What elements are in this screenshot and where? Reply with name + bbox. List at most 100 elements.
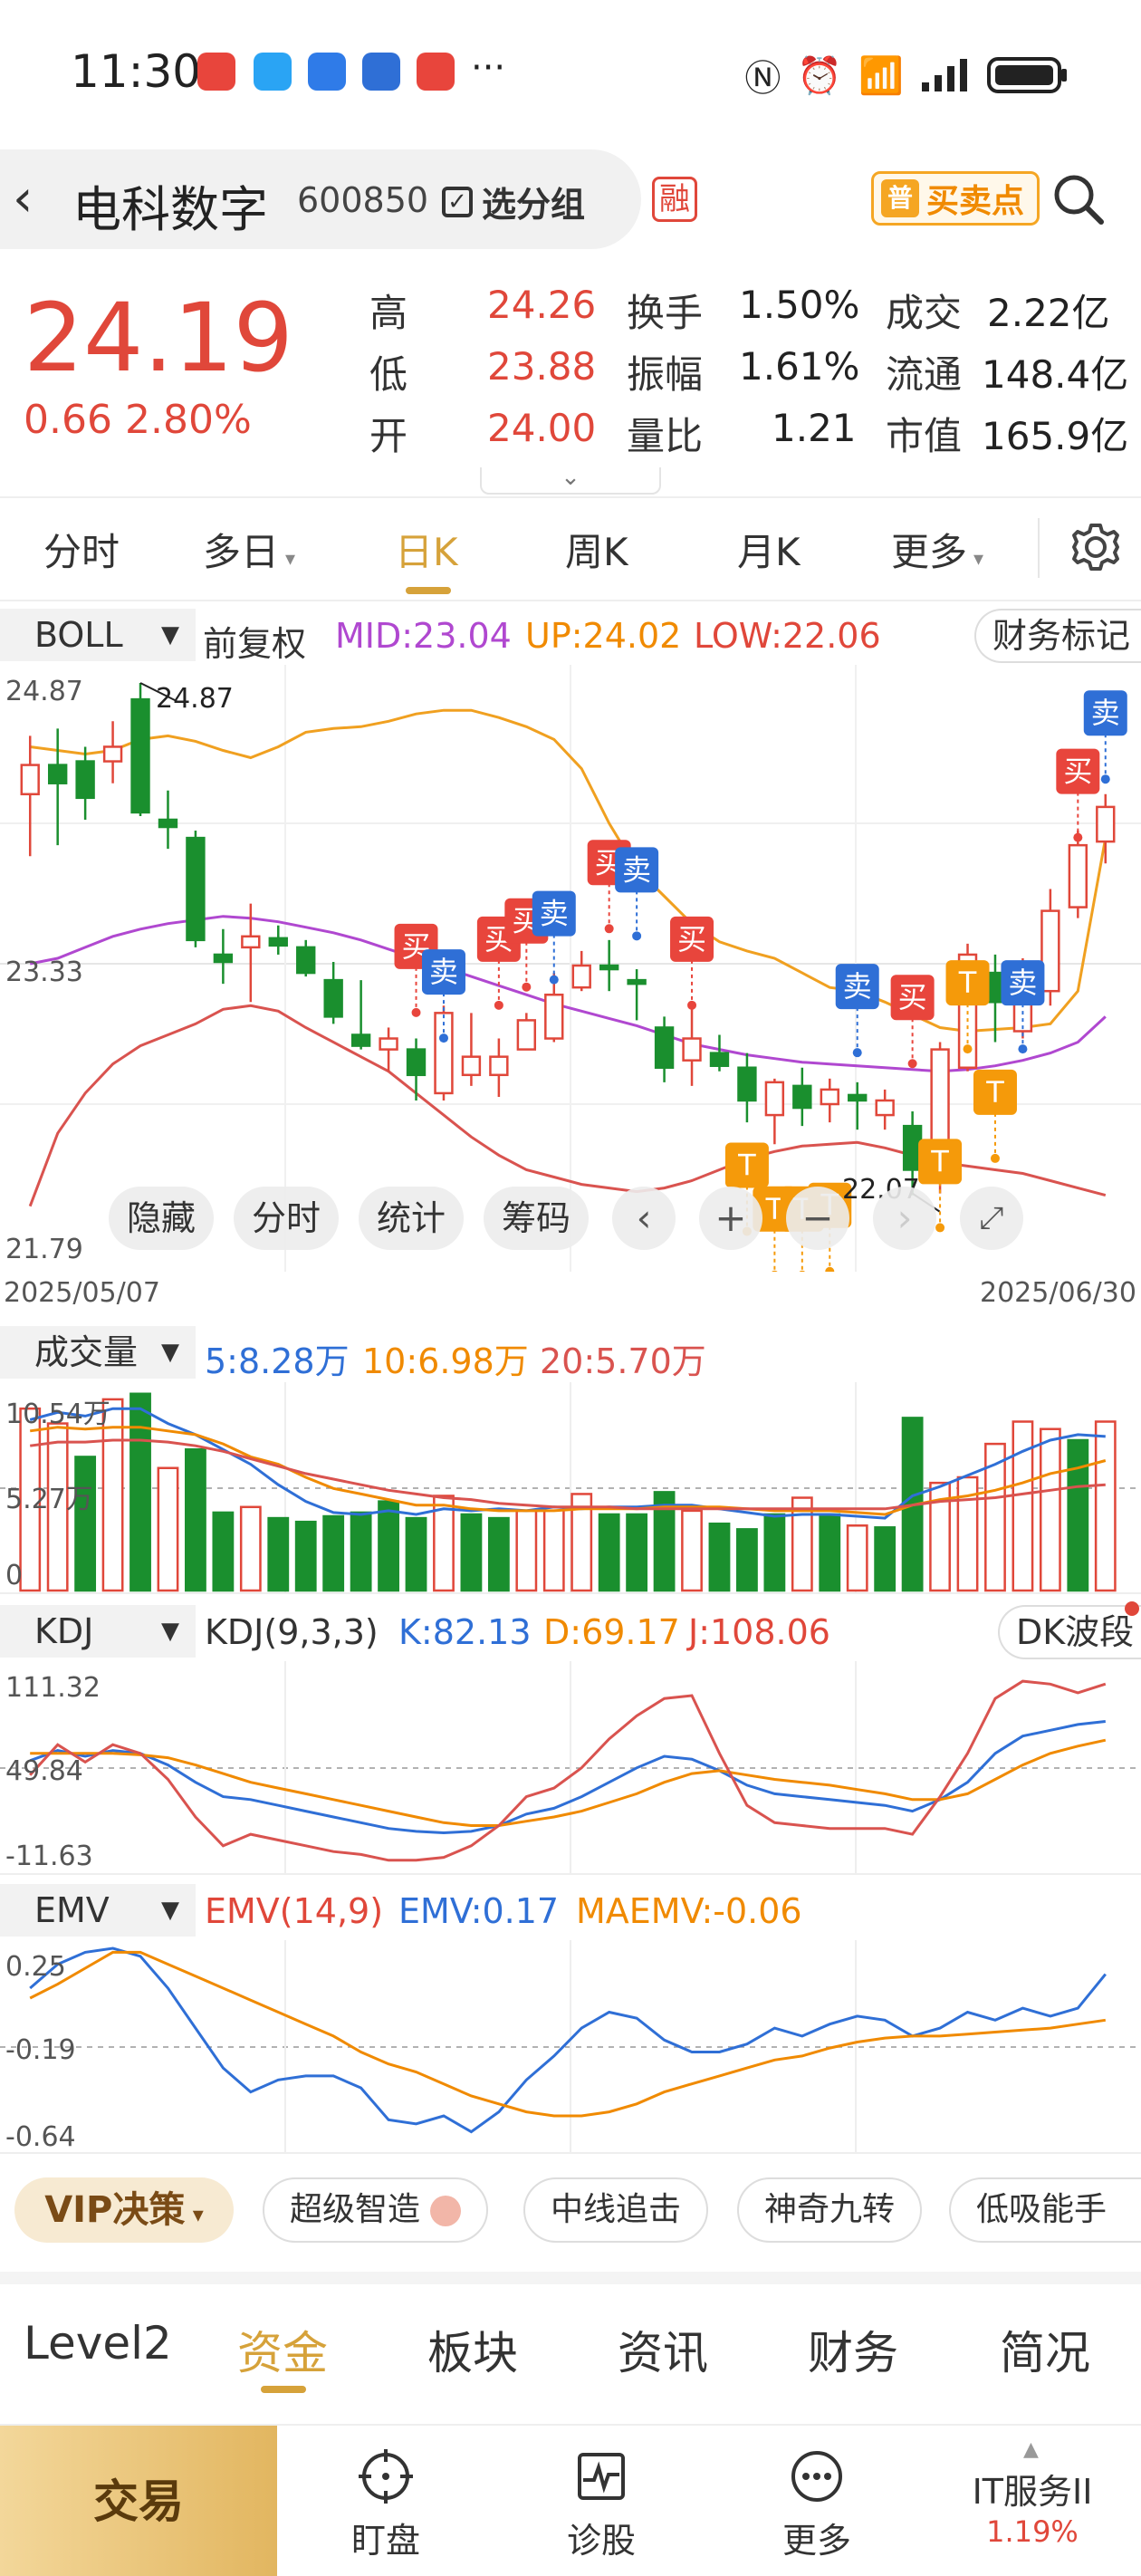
sector-name[interactable]: IT服务II — [942, 2464, 1123, 2514]
buysell-points-button[interactable]: 普 买卖点 — [871, 171, 1040, 226]
candle-up — [20, 764, 40, 796]
caret-down-icon: ▼ — [161, 1897, 179, 1924]
emv-chart[interactable] — [0, 1940, 1141, 2154]
fullscreen-icon[interactable]: ⤢ — [960, 1187, 1023, 1250]
caret-down-icon: ▼ — [161, 621, 179, 649]
volume-bar-up — [515, 1509, 538, 1592]
signal-sell-label: 卖 — [1008, 966, 1037, 1000]
tab-day-k[interactable]: 日K — [395, 522, 458, 577]
expand-quote-handle[interactable]: ⌄ — [480, 466, 661, 495]
emv-axis-mid: -0.19 — [5, 2034, 76, 2066]
candle-up — [682, 1037, 702, 1062]
tab-more[interactable]: 更多 ▾ — [891, 522, 983, 577]
more-notifications-icon: ··· — [471, 47, 506, 89]
tab-profile[interactable]: 简况 — [1000, 2317, 1090, 2382]
boll-indicator-selector[interactable]: BOLL ▼ — [0, 609, 196, 661]
gear-icon[interactable] — [1069, 520, 1123, 574]
select-group-button[interactable]: ✓ 选分组 — [442, 177, 585, 226]
signal-sell-label: 卖 — [622, 852, 651, 887]
candlestick-chart[interactable]: 买卖买买卖买卖买TTTT卖买TTT卖买卖 — [0, 665, 1141, 1272]
margin-trading-badge: 融 — [652, 177, 697, 222]
strategy-pill[interactable]: 神奇九转 — [737, 2177, 923, 2243]
tab-week-k[interactable]: 周K — [565, 522, 628, 577]
trade-button[interactable]: 交易 — [0, 2426, 277, 2576]
stats-button[interactable]: 统计 — [359, 1187, 464, 1250]
emv-header: EMV ▼ EMV(14,9) EMV:0.17 MAEMV:-0.06 — [0, 1880, 1141, 1940]
buysell-icon: 普 — [881, 179, 919, 217]
tab-month-k[interactable]: 月K — [737, 522, 801, 577]
candle-down — [792, 1084, 812, 1110]
low-value: 23.88 — [487, 344, 597, 389]
kdj-indicator-selector[interactable]: KDJ ▼ — [0, 1605, 196, 1658]
chevron-left-icon[interactable]: ‹ — [612, 1187, 676, 1250]
strategy-pill[interactable]: 中线追击 — [523, 2177, 709, 2243]
vip-decision-button[interactable]: VIP决策 ▾ — [14, 2177, 234, 2243]
tab-sector[interactable]: 板块 — [427, 2317, 518, 2382]
search-icon[interactable] — [1050, 171, 1107, 227]
tab-finance[interactable]: 财务 — [808, 2317, 898, 2382]
signal-sell-label: 卖 — [1091, 696, 1120, 730]
volume-bar-down — [405, 1516, 427, 1592]
volume-bar-up — [846, 1524, 868, 1592]
candle-down — [627, 978, 647, 985]
tab-funds[interactable]: 资金 — [237, 2317, 328, 2382]
volume-indicator-selector[interactable]: 成交量 ▼ — [0, 1326, 196, 1379]
volume-bar-up — [542, 1505, 565, 1592]
volume-bar-down — [129, 1392, 151, 1592]
more-button[interactable]: 更多 — [726, 2449, 907, 2562]
change-percent: 2.80% — [124, 397, 252, 443]
amount-value: 2.22亿 — [987, 291, 1110, 335]
watch-button[interactable]: 盯盘 — [295, 2449, 476, 2562]
more-label: 更多 — [781, 2521, 851, 2561]
back-icon[interactable]: ‹ — [13, 169, 33, 228]
candle-up — [461, 1055, 482, 1077]
volume-bar-down — [708, 1522, 731, 1592]
candle-up — [489, 1055, 509, 1077]
tab-level2[interactable]: Level2 — [24, 2317, 172, 2369]
zoom-in-icon[interactable]: + — [699, 1187, 762, 1250]
kdj-params: KDJ(9,3,3) — [205, 1612, 379, 1652]
candle-down — [737, 1066, 757, 1102]
kdj-j-value: J:108.06 — [688, 1612, 830, 1652]
signal-T-label: T — [958, 966, 977, 1000]
volume-bar-down — [736, 1528, 758, 1592]
notification-dot — [1125, 1601, 1139, 1616]
emv-indicator-selector[interactable]: EMV ▼ — [0, 1884, 196, 1937]
finance-marker-button[interactable]: 财务标记 — [974, 609, 1141, 663]
chips-button[interactable]: 筹码 — [484, 1187, 589, 1250]
float-cap-value: 148.4亿 — [982, 352, 1129, 397]
dk-band-button[interactable]: DK波段 — [998, 1605, 1141, 1659]
intraday-overlay-button[interactable]: 分时 — [234, 1187, 339, 1250]
kdj-d-value: D:69.17 — [543, 1612, 680, 1652]
boll-up-value: UP:24.02 — [525, 616, 682, 656]
tab-news[interactable]: 资讯 — [618, 2317, 708, 2382]
adjust-mode[interactable]: 前复权 — [203, 616, 306, 666]
strategy-pill[interactable]: 超级智造 — [263, 2177, 489, 2243]
candle-down — [47, 764, 68, 784]
signal-buy-label: 买 — [677, 922, 706, 956]
signal-dot — [1100, 774, 1110, 784]
high-label: 高 — [369, 291, 408, 335]
kdj-k-value: K:82.13 — [398, 1612, 532, 1652]
tab-multiday[interactable]: 多日 ▾ — [203, 522, 295, 577]
volume-ma20: 20:5.70万 — [540, 1341, 706, 1381]
volume-bar-down — [487, 1516, 510, 1592]
vip-label: VIP决策 — [44, 2189, 186, 2231]
chevron-right-icon[interactable]: › — [873, 1187, 936, 1250]
strategy-pill[interactable]: 低吸能手 — [949, 2177, 1141, 2243]
strategy-label: 低吸能手 — [976, 2191, 1107, 2228]
zoom-out-icon[interactable]: − — [786, 1187, 849, 1250]
signal-dot — [990, 1153, 1000, 1163]
diagnose-button[interactable]: 诊股 — [511, 2449, 692, 2562]
candle-down — [268, 937, 288, 947]
volume-chart[interactable] — [0, 1382, 1141, 1594]
diagnose-label: 诊股 — [566, 2521, 636, 2561]
volume-ratio-label: 量比 — [627, 414, 704, 458]
hide-button[interactable]: 隐藏 — [109, 1187, 214, 1250]
signal-sell-label: 卖 — [429, 955, 458, 989]
tab-intraday[interactable]: 分时 — [43, 522, 120, 577]
period-tabs: 分时 多日 ▾ 日K 周K 月K 更多 ▾ — [0, 496, 1141, 601]
kdj-chart[interactable] — [0, 1661, 1141, 1875]
float-cap-label: 流通 — [886, 352, 963, 397]
boll-axis-top: 24.87 — [5, 676, 83, 707]
